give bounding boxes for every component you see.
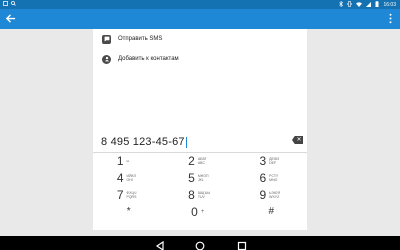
wifi-icon (356, 1, 363, 9)
key-8[interactable]: 8 ШЩЪЫ TUV (164, 186, 235, 203)
battery-icon (375, 1, 379, 9)
key-5[interactable]: 5 МНОП JKL (164, 169, 235, 186)
home-icon[interactable] (195, 238, 205, 250)
key-digit: 7 (116, 187, 124, 202)
key-0[interactable]: 0 + (164, 203, 235, 220)
bluetooth-icon (339, 0, 344, 9)
key-star[interactable]: * (93, 203, 164, 220)
add-contact-label: Добавить к контактам (118, 56, 179, 62)
key-digit: 6 (259, 170, 267, 185)
key-2[interactable]: 2 АБВГ ABC (164, 152, 235, 169)
dial-keypad: 1 ω 2 АБВГ ABC 3 ДЕЖЗ DEF 4 ИЙКЛ GHI 5 М… (93, 152, 307, 220)
key-letters: ФХЦЧ PQRS (126, 190, 137, 199)
text-cursor (185, 136, 187, 148)
keypad-row: 7 ФХЦЧ PQRS 8 ШЩЪЫ TUV 9 ЬЭЮЯ WXYZ (93, 186, 307, 203)
sms-icon (102, 34, 111, 44)
dialer-panel: Отправить SMS Добавить к контактам 8 495… (93, 29, 307, 250)
status-bar: 16:03 (0, 0, 400, 9)
key-digit: 8 (188, 187, 195, 202)
key-4[interactable]: 4 ИЙКЛ GHI (93, 169, 164, 186)
add-contact-action[interactable]: Добавить к контактам (93, 49, 307, 69)
recents-icon[interactable] (237, 238, 247, 250)
key-6[interactable]: 6 РСТУ MNO (236, 169, 307, 186)
signal-icon (366, 1, 372, 9)
key-letters: ШЩЪЫ TUV (197, 190, 211, 199)
status-time: 16:03 (383, 2, 396, 8)
key-letters: + (200, 208, 205, 215)
status-left-icons (3, 1, 16, 8)
notification-icon (3, 1, 8, 8)
dialer-actions: Отправить SMS Добавить к контактам (93, 29, 307, 69)
number-display[interactable]: 8 495 123-45-67 ✕ (93, 132, 307, 153)
key-7[interactable]: 7 ФХЦЧ PQRS (93, 186, 164, 203)
key-digit: # (268, 206, 275, 217)
action-bar (0, 9, 400, 29)
back-icon[interactable] (155, 238, 165, 250)
backspace-icon[interactable] (292, 136, 303, 144)
key-letters: ЬЭЮЯ WXYZ (269, 190, 280, 199)
dialed-number: 8 495 123-45-67 (101, 136, 187, 148)
key-letters: ω (126, 158, 130, 163)
key-digit: 2 (188, 153, 195, 168)
key-letters: ДЕЖЗ DEF (269, 156, 280, 165)
key-9[interactable]: 9 ЬЭЮЯ WXYZ (236, 186, 307, 203)
dialer-screen: 16:03 Отправить SMS Добавить к контактам (0, 0, 400, 250)
key-letters: ИЙКЛ GHI (126, 173, 136, 182)
send-sms-action[interactable]: Отправить SMS (93, 29, 307, 49)
search-icon (11, 1, 16, 8)
keypad-row: * 0 + # (93, 203, 307, 220)
send-sms-label: Отправить SMS (118, 36, 163, 42)
key-digit: 5 (188, 170, 195, 185)
navigation-bar (0, 236, 400, 250)
key-digit: 3 (259, 153, 267, 168)
key-1[interactable]: 1 ω (93, 152, 164, 169)
key-digit: 4 (116, 170, 124, 185)
key-letters: МНОП JKL (197, 173, 209, 182)
key-digit: * (126, 206, 131, 217)
key-digit: 0 (191, 204, 198, 219)
key-digit: 9 (259, 187, 267, 202)
overflow-menu-icon[interactable] (387, 13, 393, 25)
add-contact-icon (102, 54, 111, 64)
keypad-row: 1 ω 2 АБВГ ABC 3 ДЕЖЗ DEF (93, 152, 307, 169)
key-hash[interactable]: # (236, 203, 307, 220)
keypad-row: 4 ИЙКЛ GHI 5 МНОП JKL 6 РСТУ MNO (93, 169, 307, 186)
vibrate-icon (347, 1, 353, 9)
key-letters: АБВГ ABC (197, 156, 207, 165)
status-right-icons: 16:03 (339, 0, 396, 9)
key-3[interactable]: 3 ДЕЖЗ DEF (236, 152, 307, 169)
arrow-left-icon[interactable] (5, 13, 17, 25)
key-digit: 1 (116, 153, 124, 168)
key-letters: РСТУ MNO (269, 173, 279, 182)
